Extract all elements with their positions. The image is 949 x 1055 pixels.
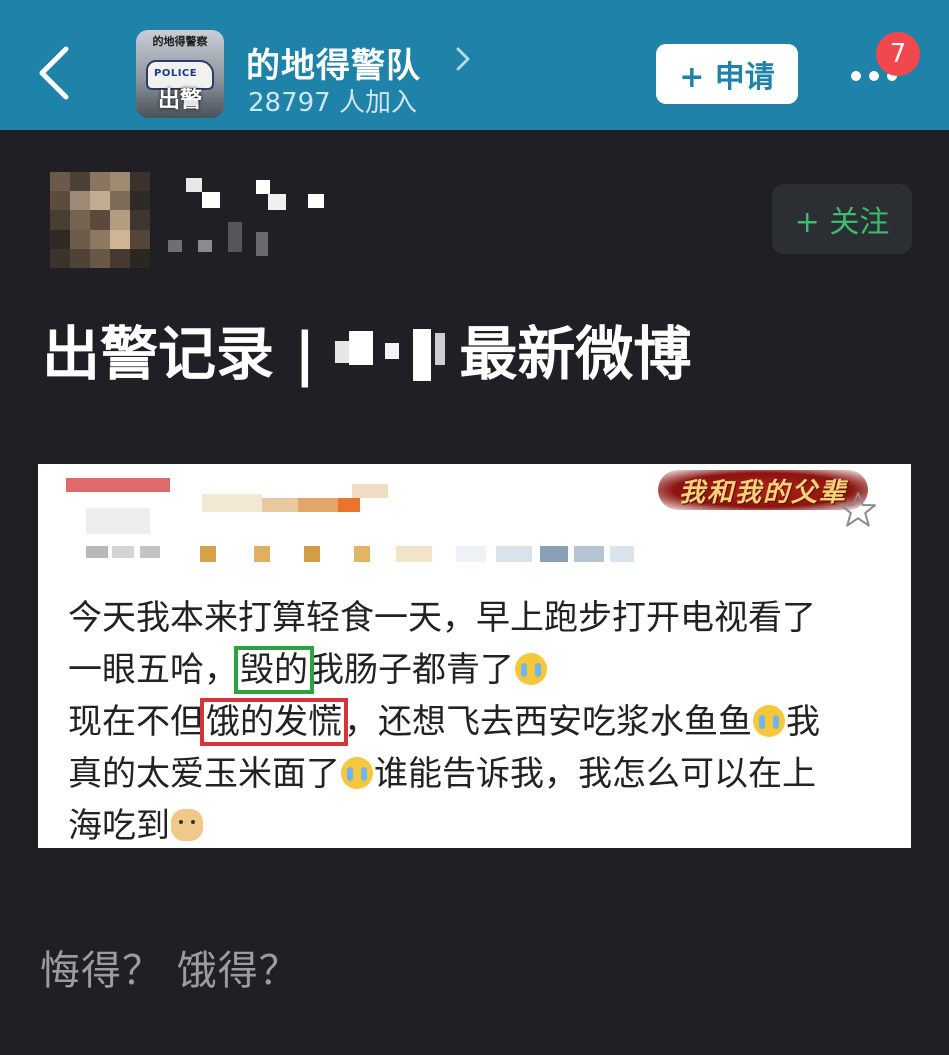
author-avatar[interactable] [50,172,150,268]
group-avatar-title: 的地得警察 [152,35,208,48]
body-line-3: 现在不但饿的发慌，还想飞去西安吃浆水鱼鱼我 [68,696,888,748]
red-highlight-box: 饿的发慌 [200,698,348,746]
banner-text: 我和我的父辈 [678,477,847,508]
blurred-meta [200,546,640,566]
post-title-censored [317,319,457,381]
blurred-avatar [66,478,170,558]
post-title-suffix: 最新微博 [459,320,692,388]
weibo-post-body: 今天我本来打算轻食一天，早上跑步打开电视看了 一眼五哈，毁的我肠子都青了 现在不… [68,592,888,852]
more-dot-icon [851,71,861,81]
weibo-screenshot-image[interactable]: 我和我的父辈 今天我本来打算轻食一天，早上跑步打开电视看了 一眼五哈，毁的我肠子… [38,464,911,848]
apply-join-button[interactable]: + 申请 [656,44,798,104]
notification-badge: 7 [876,32,920,76]
banner-logo: 我和我的父辈 [658,470,868,510]
chevron-left-icon [39,46,69,100]
body-text: 谁能告诉我，我怎么可以在上 [374,754,816,794]
post-title-prefix: 出警记录 | [42,320,316,388]
crying-emoji-icon [515,653,547,685]
crying-emoji-icon [341,757,373,789]
body-text: ，还想飞去西安吃浆水鱼鱼 [344,702,752,742]
more-dot-icon [869,71,879,81]
green-highlight-box: 毁的 [234,646,314,694]
body-line-5: 海吃到 [68,800,888,852]
body-line-2: 一眼五哈，毁的我肠子都青了 [68,644,888,696]
crying-emoji-icon [753,705,785,737]
body-text: 一眼五哈， [68,650,238,690]
chevron-right-icon[interactable] [452,44,474,74]
star-icon[interactable] [838,490,878,530]
post-title[interactable]: 出警记录 | 最新微博 [42,310,691,388]
back-button[interactable] [28,38,80,108]
body-text: 海吃到 [68,806,170,846]
police-car-label: POLICE [154,68,198,79]
body-text: 我肠子都青了 [310,650,514,690]
group-name[interactable]: 的地得警队 [246,38,421,87]
author-name-censored[interactable] [168,172,328,264]
post-caption: 悔得？ 饿得？ [40,948,300,994]
body-text: 现在不但 [68,702,204,742]
doge-emoji-icon [171,809,203,841]
body-line-4: 真的太爱玉米面了 谁能告诉我，我怎么可以在上 [68,748,888,800]
group-avatar-label: 出警 [157,88,202,113]
body-text: 真的太爱玉米面了 [68,754,340,794]
blurred-username [202,484,402,514]
group-header-bar: 的地得警察 POLICE 出警 的地得警队 28797 人加入 + 申请 7 [0,0,949,130]
body-line-1: 今天我本来打算轻食一天，早上跑步打开电视看了 [68,592,888,644]
group-avatar[interactable]: 的地得警察 POLICE 出警 [136,30,224,118]
body-text: 今天我本来打算轻食一天，早上跑步打开电视看了 [68,598,816,638]
follow-button[interactable]: + 关注 [772,184,912,254]
body-text: 我 [786,702,820,742]
member-count: 28797 人加入 [248,88,417,118]
